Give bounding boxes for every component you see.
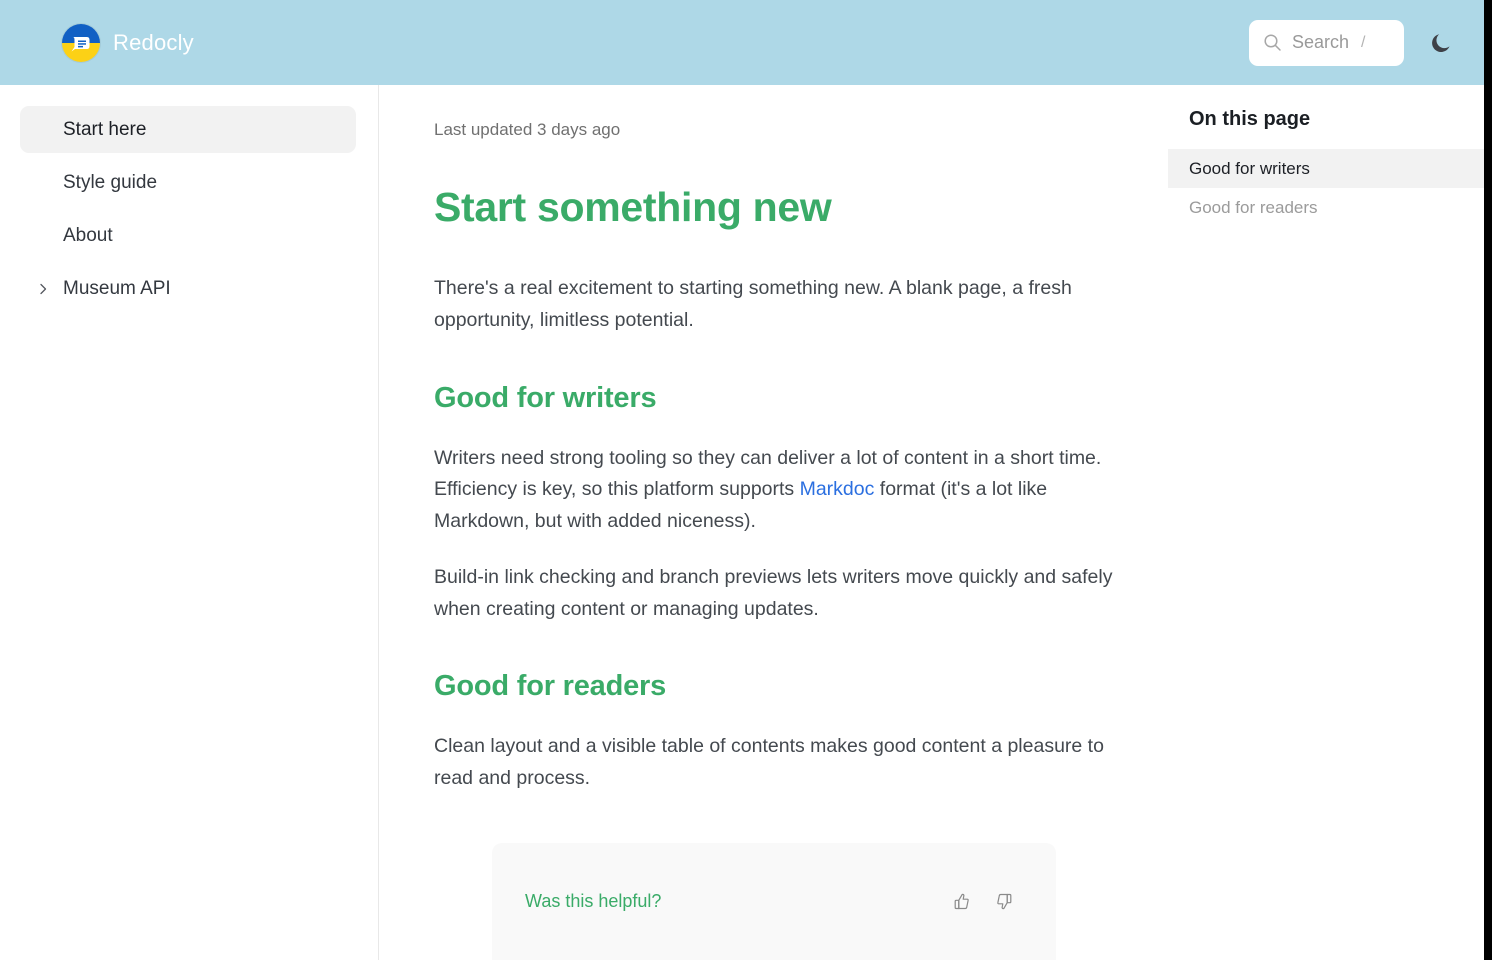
main-content: Last updated 3 days ago Start something … [380, 85, 1168, 960]
feedback-actions [950, 891, 1016, 912]
intro-paragraph: There's a real excitement to starting so… [434, 277, 1072, 331]
writers-paragraph-2: Build-in link checking and branch previe… [434, 565, 1113, 620]
writers-paragraph-1: Writers need strong tooling so they can … [434, 443, 1114, 538]
moon-icon [1429, 30, 1454, 55]
sidebar-item-label: Start here [63, 118, 147, 140]
page-right-edge [1484, 0, 1492, 960]
section-heading-good-for-writers: Good for writers [434, 381, 657, 414]
thumbs-up-button[interactable] [950, 891, 971, 912]
search-shortcut-hint: / [1361, 33, 1366, 51]
toc-title: On this page [1189, 108, 1311, 130]
redocly-logo-icon [62, 23, 100, 62]
search-icon [1263, 33, 1282, 52]
section-heading-good-for-readers: Good for readers [434, 670, 667, 703]
sidebar-item-label: Museum API [63, 277, 171, 299]
page-root: Redocly Search / Start here Style guide … [0, 0, 1492, 960]
feedback-card: Was this helpful? [492, 843, 1056, 960]
search-input[interactable]: Search / [1249, 19, 1404, 66]
sidebar-item-start-here[interactable]: Start here [20, 106, 356, 153]
toc-item-label: Good for readers [1189, 197, 1318, 217]
sidebar-item-museum-api[interactable]: Museum API [20, 265, 356, 312]
search-placeholder: Search [1292, 32, 1350, 52]
thumbs-down-icon [995, 893, 1016, 915]
thumbs-up-icon [950, 893, 971, 915]
chevron-right-icon[interactable] [36, 282, 50, 296]
header-actions: Search / [1249, 19, 1456, 66]
toc-item-good-for-readers[interactable]: Good for readers [1168, 188, 1484, 227]
toc-item-good-for-writers[interactable]: Good for writers [1168, 149, 1484, 188]
theme-toggle-button[interactable] [1426, 28, 1456, 58]
sidebar-item-label: About [63, 224, 113, 246]
brand-logo[interactable]: Redocly [62, 23, 194, 62]
on-this-page-toc: On this page Good for writers Good for r… [1168, 85, 1484, 960]
brand-name: Redocly [113, 29, 194, 55]
feedback-question: Was this helpful? [525, 891, 662, 912]
last-updated-text: Last updated 3 days ago [434, 120, 621, 139]
top-header: Redocly Search / [0, 0, 1484, 85]
page-title: Start something new [434, 184, 832, 230]
toc-item-label: Good for writers [1189, 158, 1310, 178]
logo-document-glyph [71, 36, 90, 51]
sidebar-item-about[interactable]: About [20, 212, 356, 259]
readers-paragraph-1: Clean layout and a visible table of cont… [434, 735, 1104, 790]
sidebar-nav: Start here Style guide About Museum API [0, 85, 379, 960]
sidebar-item-label: Style guide [63, 171, 158, 193]
markdoc-link[interactable]: Markdoc [800, 478, 875, 500]
thumbs-down-button[interactable] [995, 891, 1016, 912]
sidebar-item-style-guide[interactable]: Style guide [20, 159, 356, 206]
